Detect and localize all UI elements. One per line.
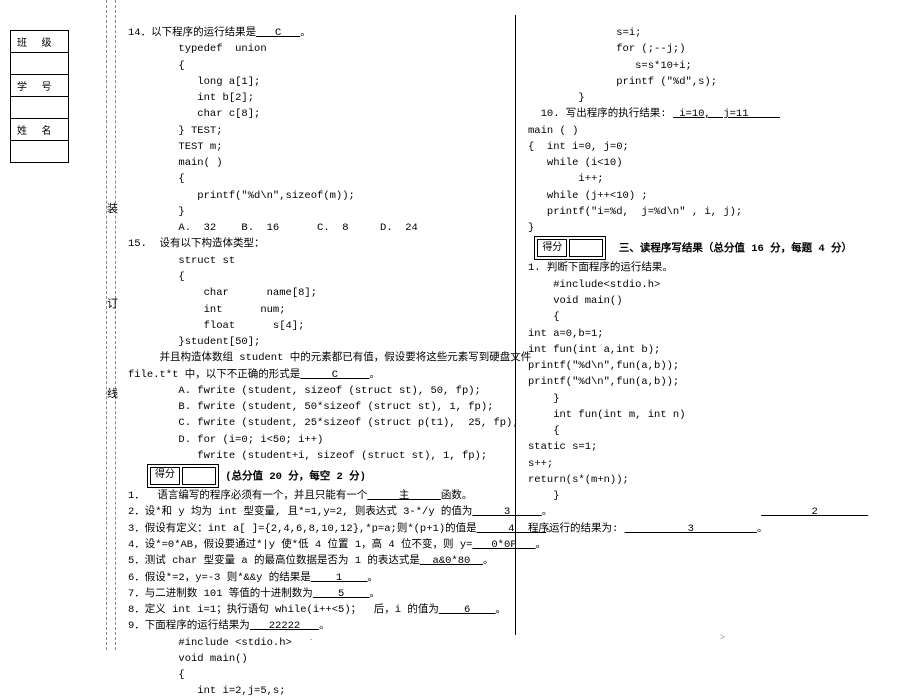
p1-code: #include<stdio.h> void main() { int a=0,… (528, 279, 686, 502)
margin-char-3: 线 (107, 385, 118, 401)
guide-line (115, 0, 116, 650)
fb6: 6．假设*=2，y=-3 则*&&y 的结果是 1 。 (128, 572, 378, 584)
fb1: 1． 语言编写的程序必须有一个，并且只能有一个 主 函数。 (128, 490, 472, 502)
q10-stem: 10. 写出程序的执行结果: i=10, j=11 (528, 108, 780, 120)
fb9: 9．下面程序的运行结果为 22222 。 (128, 620, 330, 632)
student-info-table: 班 级 学 号 姓 名 (10, 30, 69, 163)
label-id: 学 号 (11, 75, 69, 97)
q10-code: main ( ) { int i=0, j=0; while (i<10) i+… (528, 125, 742, 235)
footnote-right: > (720, 632, 725, 642)
q15-code: struct st { char name[8]; int num; float… (128, 255, 317, 348)
q15-stem: 15. 设有以下构造体类型： (128, 238, 265, 250)
column-left: 14．以下程序的运行结果是 C 。 typedef union { long a… (128, 25, 503, 700)
p1-head: 1. 判断下面程序的运行结果。 (528, 262, 673, 274)
fb5: 5．测试 char 型变量 a 的最高位数据是否为 1 的表达式是 a&0*80… (128, 555, 493, 567)
q14-code: typedef union { long a[1]; int b[2]; cha… (128, 43, 418, 234)
q15-desc2: file.t*t 中，以下不正确的形式是 C 。 (128, 369, 380, 381)
footnote-left: . (310, 632, 312, 642)
fb2: 2．设*和 y 均为 int 型变量, 且*=1,y=2, 则表达式 3-*/y… (128, 506, 552, 518)
q9-code-cont: s=i; for (;--j;) s=s*10+i; printf ("%d",… (528, 27, 717, 104)
q15-desc: 并且构造体数组 student 中的元素都已有值，假设要将这些元素写到硬盘文件 (128, 352, 531, 364)
margin-char-1: 装 (107, 200, 118, 216)
label-class: 班 级 (11, 31, 69, 53)
section3-header: 得分 三、读程序写结果（总分值 16 分，每题 4 分） (528, 243, 852, 255)
q14-stem: 14．以下程序的运行结果是 C 。 (128, 27, 311, 39)
q15-opts: A. fwrite (student, sizeof (struct st), … (128, 385, 519, 462)
guide-line (106, 0, 107, 650)
result-line2: 程序运行的结果为: 3 。 (528, 523, 767, 535)
fb4: 4．设*=0*AB，假设要通过*|y 使*低 4 位置 1，高 4 位不变，则 … (128, 539, 546, 551)
margin-char-2: 订 (107, 295, 118, 311)
fb7: 7．与二进制数 101 等值的十进制数为 5 。 (128, 588, 380, 600)
q9-code: #include <stdio.h> void main() { int i=2… (128, 637, 292, 698)
section2-header: 得分 (总分值 20 分，每空 2 分) (128, 471, 366, 483)
fb8: 8．定义 int i=1；执行语句 while(i++<5)； 后，i 的值为 … (128, 604, 506, 616)
column-right: s=i; for (;--j;) s=s*10+i; printf ("%d",… (528, 25, 908, 537)
result-line1: 2 (528, 506, 868, 518)
label-name: 姓 名 (11, 119, 69, 141)
fb3: 3．假设有定义：int a[ ]={2,4,6,8,10,12},*p=a;则*… (128, 523, 556, 535)
